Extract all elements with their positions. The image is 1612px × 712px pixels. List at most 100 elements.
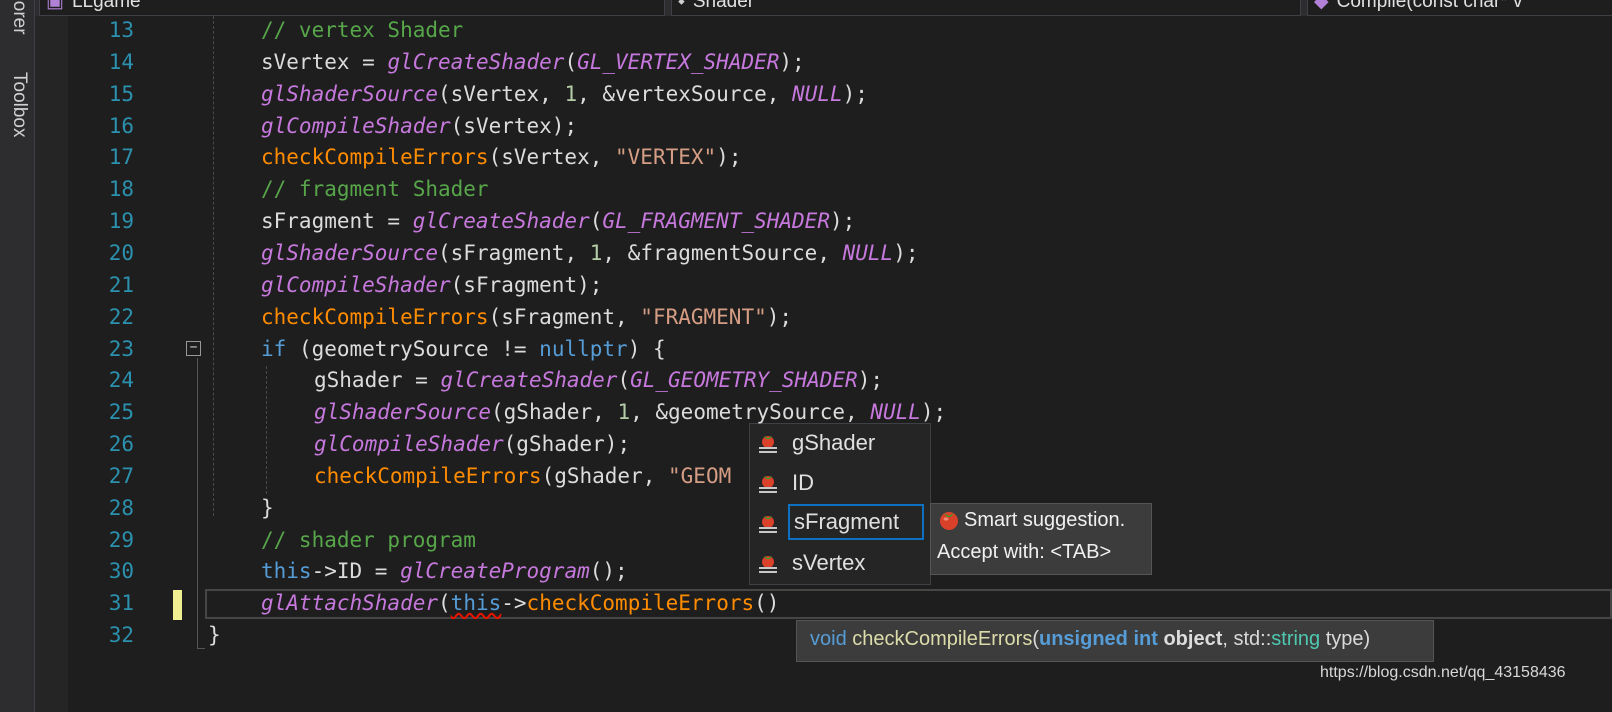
code-line[interactable]: // fragment Shader: [261, 173, 489, 205]
line-number: 28: [108, 495, 134, 520]
line-number: 18: [108, 177, 134, 202]
code-line[interactable]: sVertex = glCreateShader(GL_VERTEX_SHADE…: [261, 46, 805, 78]
glyph-margin: [35, 16, 68, 712]
code-token: // vertex Shader: [261, 18, 464, 42]
code-token: 1: [617, 400, 631, 425]
code-line[interactable]: // shader program: [261, 524, 476, 556]
code-token: glShaderSource: [261, 81, 439, 106]
line-number: 31: [108, 591, 134, 616]
code-line[interactable]: // vertex Shader: [261, 14, 463, 46]
code-token: (gShader,: [541, 463, 669, 488]
class-icon: ⬩: [678, 0, 685, 12]
code-line[interactable]: gShader = glCreateShader(GL_GEOMETRY_SHA…: [314, 364, 883, 396]
completion-item[interactable]: ID: [750, 464, 928, 502]
code-token: }: [208, 623, 221, 648]
code-line[interactable]: checkCompileErrors(gShader, "GEOM: [314, 460, 731, 492]
line-number: 20: [108, 240, 134, 265]
code-token: }: [261, 495, 274, 520]
completion-list[interactable]: gShader ID sFragment sVertex: [749, 423, 931, 585]
code-line[interactable]: if (geometrySource != nullptr) {: [261, 333, 666, 365]
completion-item[interactable]: sVertex: [750, 544, 928, 582]
fold-bracket-end: [197, 648, 205, 649]
code-token: checkCompileErrors: [261, 145, 489, 170]
code-line[interactable]: }: [208, 619, 221, 651]
line-number: 17: [108, 145, 134, 170]
code-token: checkCompileErrors: [526, 591, 755, 616]
code-line[interactable]: glCompileShader(sFragment);: [261, 269, 602, 301]
code-line[interactable]: checkCompileErrors(sFragment, "FRAGMENT"…: [261, 301, 792, 333]
field-member-icon: [759, 516, 777, 533]
code-line[interactable]: sFragment = glCreateShader(GL_FRAGMENT_S…: [261, 205, 855, 237]
method-icon: ◆: [1314, 0, 1329, 12]
code-token: ->ID =: [311, 559, 401, 584]
fold-bracket: [197, 358, 198, 648]
code-token: ) {: [627, 336, 666, 361]
code-token: (gShader,: [491, 400, 618, 425]
completion-item[interactable]: sFragment: [750, 504, 928, 542]
code-token: glCreateShader: [387, 49, 565, 74]
code-line[interactable]: glCompileShader(gShader);: [314, 428, 630, 460]
line-number: 15: [108, 81, 134, 106]
code-token: glCompileShader: [261, 272, 451, 297]
code-token: );: [857, 368, 883, 393]
param2-type: string: [1271, 628, 1321, 650]
code-token: );: [779, 49, 805, 74]
code-line[interactable]: glAttachShader(this->checkCompileErrors(…: [261, 587, 779, 619]
tomato-suggestion-icon: [940, 512, 958, 530]
line-number: 27: [108, 463, 134, 488]
project-icon: ▣: [46, 0, 64, 12]
code-line[interactable]: glShaderSource(gShader, 1, &geometrySour…: [314, 396, 946, 428]
line-number: 30: [108, 559, 134, 584]
code-line[interactable]: glCompileShader(sVertex);: [261, 110, 577, 142]
code-token: GL_GEOMETRY_SHADER: [630, 368, 858, 393]
code-token: );: [829, 209, 856, 234]
code-token: , &geometrySource,: [630, 400, 871, 425]
completion-item-label: gShader: [792, 430, 876, 455]
code-token: ();: [589, 559, 628, 584]
code-token: nullptr: [539, 336, 628, 361]
code-token: );: [766, 304, 793, 329]
code-token: glCreateProgram: [400, 559, 590, 584]
code-token: );: [716, 145, 742, 170]
code-token: glAttachShader: [261, 591, 439, 616]
solution-explorer-tab[interactable]: plorer: [8, 0, 30, 35]
line-number: 21: [108, 272, 134, 297]
code-token: (): [754, 591, 780, 616]
code-token: glCreateShader: [412, 209, 590, 234]
code-token: );: [893, 240, 919, 265]
code-token: NULL: [870, 400, 921, 425]
code-line[interactable]: checkCompileErrors(sVertex, "VERTEX");: [261, 141, 741, 173]
code-token: if: [261, 336, 287, 361]
watermark: https://blog.csdn.net/qq_43158436: [1320, 664, 1566, 681]
field-member-icon: [759, 436, 777, 453]
code-line[interactable]: }: [261, 492, 274, 524]
code-token: 1: [564, 81, 578, 106]
code-line[interactable]: glShaderSource(sVertex, 1, &vertexSource…: [261, 78, 868, 110]
code-token: (sVertex,: [438, 81, 565, 106]
code-line[interactable]: glShaderSource(sFragment, 1, &fragmentSo…: [261, 237, 918, 269]
tooltip-hint: Accept with: <TAB>: [937, 541, 1112, 563]
code-token: (gShader);: [503, 432, 631, 457]
completion-item[interactable]: gShader: [750, 424, 928, 462]
code-token: ->: [501, 591, 527, 616]
function-name: checkCompileErrors: [852, 628, 1033, 650]
code-token: glShaderSource: [261, 240, 439, 265]
line-number: 29: [108, 527, 134, 552]
param1-name: object: [1163, 628, 1223, 650]
member-dropdown[interactable]: ◆ Compile(const char* v: [1307, 0, 1612, 16]
code-line[interactable]: this->ID = glCreateProgram();: [261, 555, 628, 587]
code-token: (geometrySource !=: [286, 336, 540, 361]
collapse-minus-icon[interactable]: −: [186, 341, 201, 356]
code-token: glShaderSource: [314, 400, 492, 425]
completion-item-label: ID: [792, 470, 814, 495]
code-token: "GEOM: [668, 463, 732, 488]
code-token: "VERTEX": [615, 145, 717, 170]
code-token: (: [589, 209, 603, 234]
toolbox-tab[interactable]: Toolbox: [8, 72, 30, 138]
class-dropdown[interactable]: ⬩ Shader: [671, 0, 1301, 16]
line-number: 22: [108, 304, 134, 329]
line-number: 13: [108, 18, 134, 42]
code-token: , &fragmentSource,: [602, 240, 843, 265]
line-number: 25: [108, 400, 134, 425]
return-type: void: [810, 628, 847, 650]
